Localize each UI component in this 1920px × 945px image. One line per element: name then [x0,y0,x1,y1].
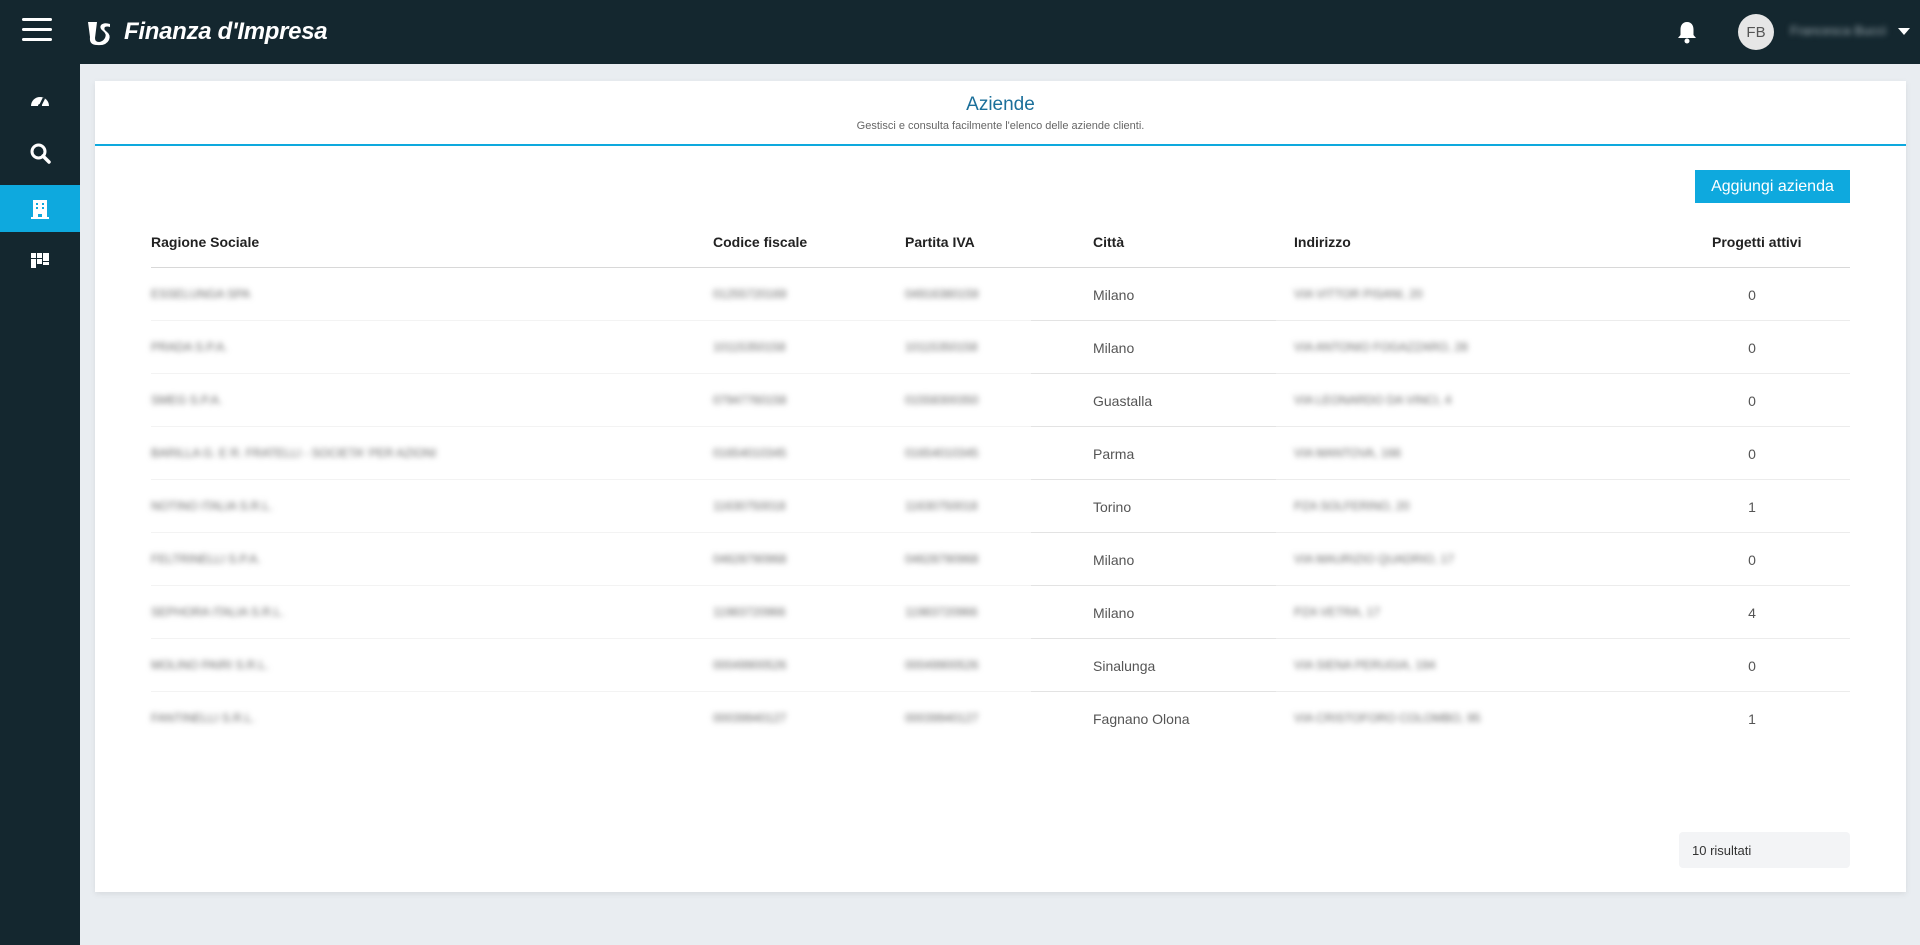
sidebar-item-companies[interactable] [0,185,80,232]
cell-address: VIA CRISTOFORO COLOMBO, 95 [1294,711,1481,725]
cell-city: Parma [1093,446,1135,462]
app-title: Finanza d'Impresa [124,18,328,45]
cell-company-name: SEPHORA ITALIA S.R.L. [151,605,285,619]
cell-address: VIA LEONARDO DA VINCI, 4 [1294,393,1452,407]
sidebar-item-dashboard[interactable] [0,78,80,124]
cell-address: VIA ANTONIO FOGAZZARO, 28 [1294,340,1468,354]
avatar[interactable]: FB [1738,14,1774,50]
grid-icon [31,253,49,268]
cell-company-name: FELTRINELLI S.P.A. [151,552,261,566]
cell-city: Guastalla [1093,393,1153,409]
cell-company-name: MOLINO PAIRI S.R.L. [151,658,269,672]
cell-tax-code: 01255720169 [713,287,787,301]
cell-active-projects: 0 [1748,393,1756,409]
cell-city: Milano [1093,340,1135,356]
cell-active-projects: 4 [1748,605,1756,621]
sidebar [0,64,80,945]
cell-tax-code: 07947760158 [713,393,787,407]
table-body: ESSELUNGA SPA 01255720169 04916380159 Milan… [151,268,1850,745]
cell-vat-number: 04628790968 [905,552,979,566]
cell-city: Milano [1093,605,1135,621]
table-row[interactable]: FELTRINELLI S.P.A. 04628790968 04628790968… [151,533,1850,586]
cell-vat-number: 11983720966 [905,605,978,619]
table-row[interactable]: BARILLA G. E R. FRATELLI - SOCIETA' PER … [151,427,1850,480]
column-header-address[interactable]: Indirizzo [1294,234,1351,250]
brand-logo-icon [88,22,110,46]
cell-city: Milano [1093,287,1135,303]
cell-address: PZA SOLFERINO, 20 [1294,499,1410,513]
column-header-tax-code[interactable]: Codice fiscale [713,234,807,250]
table-row[interactable]: SMEG S.P.A. 07947760158 01558300350 Guastal… [151,374,1850,427]
cell-company-name: PRADA S.P.A. [151,340,228,354]
cell-tax-code: 10115350158 [713,340,786,354]
cell-active-projects: 1 [1748,711,1756,727]
sidebar-item-search[interactable] [0,130,80,176]
cell-tax-code: 11630750018 [713,499,786,513]
sidebar-item-projects[interactable] [0,238,80,284]
brand[interactable]: Finanza d'Impresa [84,16,328,48]
bell-icon[interactable] [1676,20,1698,44]
cell-tax-code: 11983720966 [713,605,786,619]
cell-vat-number: 00039940127 [905,711,979,725]
cell-city: Torino [1093,499,1132,515]
cell-tax-code: 00049900526 [713,658,787,672]
companies-table: Ragione Sociale Codice fiscale Partita I… [151,221,1850,745]
cell-active-projects: 0 [1748,446,1756,462]
cell-tax-code: 01654010345 [713,446,787,460]
user-name[interactable]: Francesca Bucci [1790,23,1886,38]
add-company-button[interactable]: Aggiungi azienda [1695,170,1850,203]
top-bar: Finanza d'Impresa FB Francesca Bucci [0,0,1920,64]
cell-active-projects: 0 [1748,552,1756,568]
hamburger-icon[interactable] [22,18,52,44]
cell-company-name: FANTINELLI S.R.L. [151,711,256,725]
page-title: Aziende [966,94,1035,115]
card-header: Aziende Gestisci e consulta facilmente l… [95,81,1906,146]
table-row[interactable]: NOTINO ITALIA S.R.L. 11630750018 116307500… [151,480,1850,533]
page-subtitle: Gestisci e consulta facilmente l'elenco … [856,120,1145,132]
cell-active-projects: 0 [1748,287,1756,303]
cell-active-projects: 0 [1748,340,1756,356]
column-header-name[interactable]: Ragione Sociale [151,234,259,250]
cell-city: Fagnano Olona [1093,711,1190,727]
cell-tax-code: 00039940127 [713,711,787,725]
cell-vat-number: 01654010345 [905,446,979,460]
cell-city: Sinalunga [1093,658,1156,674]
cell-vat-number: 11630750018 [905,499,978,513]
search-icon [30,143,51,164]
cell-company-name: BARILLA G. E R. FRATELLI - SOCIETA' PER … [151,446,437,460]
cell-company-name: NOTINO ITALIA S.R.L. [151,499,273,513]
cell-vat-number: 01558300350 [905,393,979,407]
table-row[interactable]: PRADA S.P.A. 10115350158 10115350158 Milano… [151,321,1850,374]
table-row[interactable]: ESSELUNGA SPA 01255720169 04916380159 Milan… [151,268,1850,321]
gauge-icon [31,97,49,108]
cell-vat-number: 04916380159 [905,287,979,301]
companies-card: Aziende Gestisci e consulta facilmente l… [95,81,1906,892]
cell-company-name: ESSELUNGA SPA [151,287,251,301]
table-row[interactable]: FANTINELLI S.R.L. 00039940127 00039940127 F… [151,692,1850,745]
cell-vat-number: 00049900526 [905,658,979,672]
caret-down-icon[interactable] [1898,28,1910,35]
cell-address: PZA VETRA, 17 [1294,605,1381,619]
result-count: 10 risultati [1679,832,1850,868]
cell-address: VIA MAURIZIO QUADRIO, 17 [1294,552,1455,566]
building-icon [31,199,49,219]
cell-address: VIA MANTOVA, 166 [1294,446,1401,460]
cell-address: VIA VITTOR PISANI, 20 [1294,287,1423,301]
column-header-city[interactable]: Città [1093,234,1124,250]
table-header: Ragione Sociale Codice fiscale Partita I… [151,221,1850,268]
cell-city: Milano [1093,552,1135,568]
cell-active-projects: 0 [1748,658,1756,674]
cell-address: VIA SIENA PERUGIA, 194 [1294,658,1436,672]
cell-company-name: SMEG S.P.A. [151,393,223,407]
table-row[interactable]: SEPHORA ITALIA S.R.L. 11983720966 11983720… [151,586,1850,639]
table-row[interactable]: MOLINO PAIRI S.R.L. 00049900526 0004990052… [151,639,1850,692]
cell-vat-number: 10115350158 [905,340,978,354]
cell-active-projects: 1 [1748,499,1756,515]
cell-tax-code: 04628790968 [713,552,787,566]
column-header-active-projects[interactable]: Progetti attivi [1712,234,1801,250]
column-header-vat[interactable]: Partita IVA [905,234,975,250]
